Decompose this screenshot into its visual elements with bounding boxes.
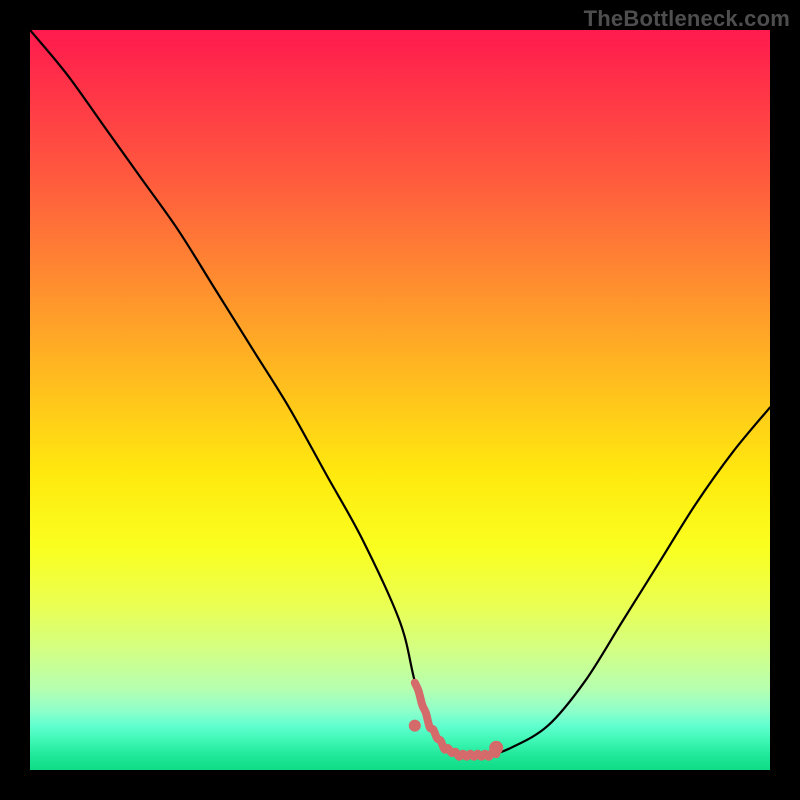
watermark-text: TheBottleneck.com bbox=[584, 6, 790, 32]
optimal-range-highlight bbox=[415, 683, 496, 757]
curve-svg bbox=[30, 30, 770, 770]
bottleneck-curve bbox=[30, 30, 770, 756]
plot-area bbox=[30, 30, 770, 770]
chart-frame: TheBottleneck.com bbox=[0, 0, 800, 800]
optimal-start-dot bbox=[409, 720, 421, 732]
optimal-end-dot bbox=[489, 741, 503, 755]
